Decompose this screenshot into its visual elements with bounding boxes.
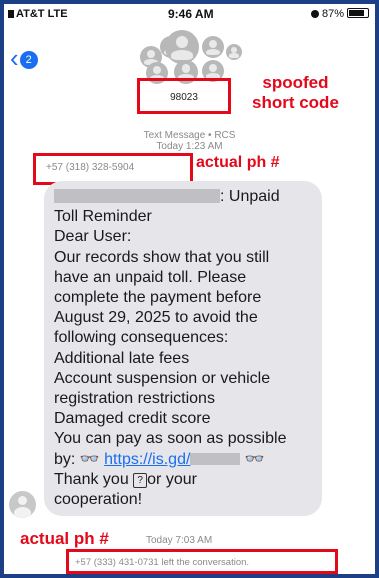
left-conversation-highlight: +57 (333) 431-0731 left the conversation… bbox=[66, 549, 338, 574]
clock: 9:46 AM bbox=[168, 7, 214, 21]
back-button[interactable]: ‹ 2 bbox=[10, 45, 38, 71]
thread-meta: Text Message • RCS Today 1:23 AM bbox=[143, 130, 236, 152]
unknown-glyph-icon: ? bbox=[133, 472, 148, 488]
left-conversation-notice: +57 (333) 431-0731 left the conversation… bbox=[75, 557, 250, 568]
carrier-label: AT&T LTE bbox=[8, 8, 68, 20]
chevron-left-icon: ‹ bbox=[10, 43, 19, 73]
avatar-icon bbox=[165, 30, 199, 64]
redacted-text bbox=[54, 189, 220, 203]
message-bubble[interactable]: : Unpaid Toll Reminder Dear User: Our re… bbox=[44, 181, 322, 516]
footer-timestamp: Today 7:03 AM bbox=[146, 535, 213, 546]
short-code: 98023 bbox=[170, 92, 198, 103]
avatar-icon bbox=[226, 44, 242, 60]
avatar-icon bbox=[202, 36, 224, 58]
redacted-text bbox=[190, 452, 241, 465]
signal-icon bbox=[8, 10, 14, 18]
battery-icon bbox=[347, 8, 369, 18]
spoofed-annotation: spoofed short code bbox=[252, 73, 339, 112]
payment-link[interactable]: https://is.gd/ bbox=[104, 451, 241, 468]
sender-avatar-icon[interactable] bbox=[9, 491, 36, 518]
short-code-highlight: 98023 bbox=[137, 78, 231, 114]
actual-phone-annotation: actual ph # bbox=[20, 529, 109, 548]
orientation-lock-icon bbox=[310, 10, 319, 18]
sender-number: +57 (318) 328-5904 bbox=[46, 162, 135, 173]
actual-phone-annotation: actual ph # bbox=[196, 154, 280, 171]
message-text: : Unpaid Toll Reminder Dear User: Our re… bbox=[54, 188, 287, 509]
status-bar: AT&T LTE 9:46 AM 87% bbox=[4, 4, 375, 24]
messages-screen: AT&T LTE 9:46 AM 87% ‹ 2 98023 spoofed sh… bbox=[4, 4, 375, 574]
battery-indicator: 87% bbox=[310, 8, 369, 20]
unread-count-badge: 2 bbox=[19, 51, 38, 69]
